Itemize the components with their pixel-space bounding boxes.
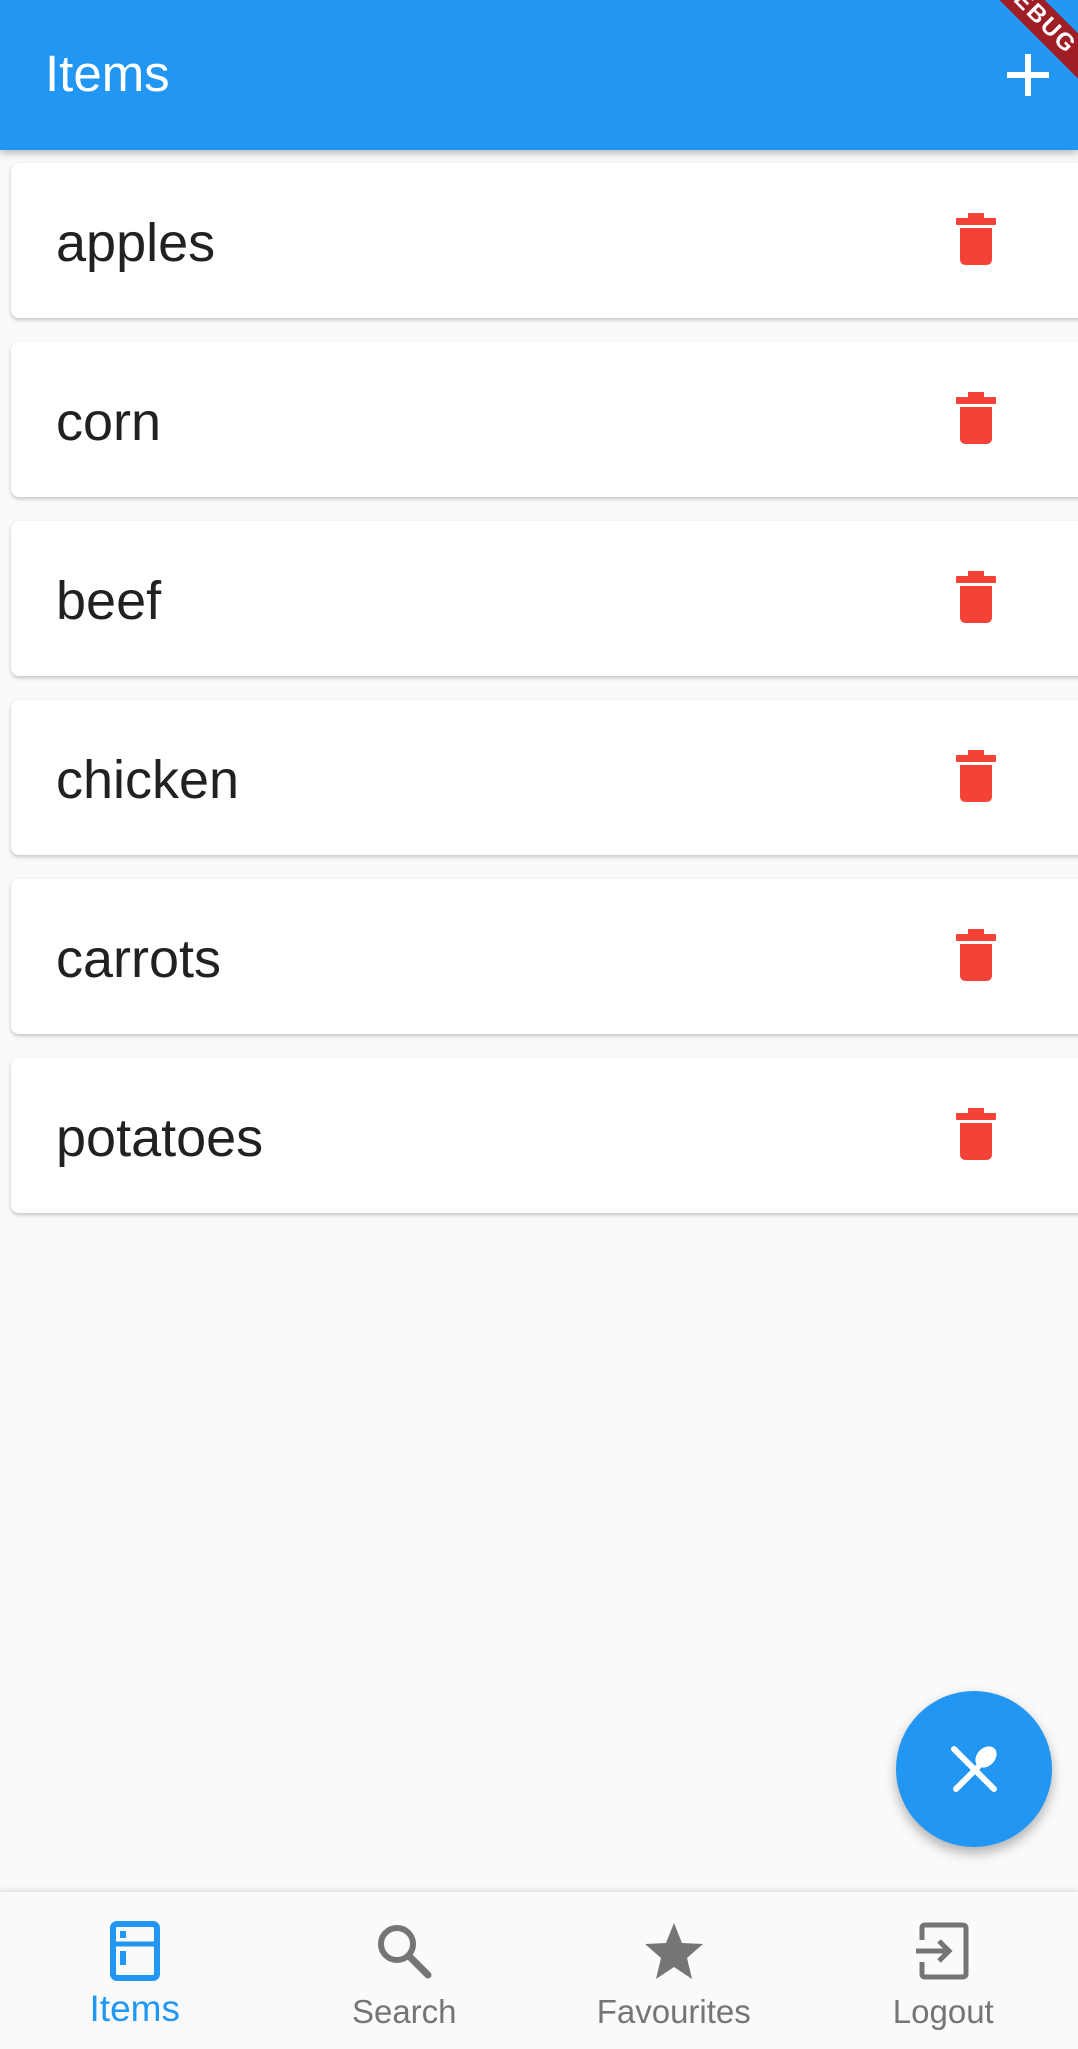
list-item[interactable]: carrots: [11, 879, 1078, 1034]
plus-icon: [1005, 52, 1051, 98]
utensils-icon: [946, 1741, 1002, 1797]
fridge-icon: [104, 1920, 166, 1982]
nav-label: Logout: [809, 1992, 1078, 2032]
delete-button[interactable]: [931, 199, 1021, 279]
add-meal-fab[interactable]: [896, 1691, 1052, 1847]
nav-label: Search: [270, 1992, 540, 2032]
logout-icon: [912, 1920, 974, 1982]
trash-icon: [956, 213, 996, 265]
nav-item-search[interactable]: Search: [270, 1892, 540, 2049]
item-label: beef: [56, 569, 161, 633]
item-label: chicken: [56, 748, 239, 812]
page-title: Items: [45, 44, 170, 104]
bottom-navigation: Items Search Favourites Logout: [0, 1891, 1078, 2049]
trash-icon: [956, 1108, 996, 1160]
nav-item-items[interactable]: Items: [0, 1892, 270, 2049]
star-icon: [643, 1920, 705, 1982]
list-item[interactable]: chicken: [11, 700, 1078, 855]
delete-button[interactable]: [931, 1094, 1021, 1174]
delete-button[interactable]: [931, 557, 1021, 637]
app-bar: Items DEBUG: [0, 0, 1078, 150]
delete-button[interactable]: [931, 736, 1021, 816]
item-label: apples: [56, 211, 215, 275]
item-label: corn: [56, 390, 161, 454]
nav-label: Items: [0, 1989, 270, 2029]
item-label: carrots: [56, 927, 221, 991]
trash-icon: [956, 750, 996, 802]
nav-label: Favourites: [539, 1992, 809, 2032]
trash-icon: [956, 392, 996, 444]
trash-icon: [956, 929, 996, 981]
list-item[interactable]: potatoes: [11, 1058, 1078, 1213]
list-item[interactable]: apples: [11, 163, 1078, 318]
item-label: potatoes: [56, 1106, 263, 1170]
list-item[interactable]: beef: [11, 521, 1078, 676]
nav-item-favourites[interactable]: Favourites: [539, 1892, 809, 2049]
trash-icon: [956, 571, 996, 623]
delete-button[interactable]: [931, 378, 1021, 458]
search-icon: [373, 1920, 435, 1982]
list-item[interactable]: corn: [11, 342, 1078, 497]
nav-item-logout[interactable]: Logout: [809, 1892, 1078, 2049]
delete-button[interactable]: [931, 915, 1021, 995]
